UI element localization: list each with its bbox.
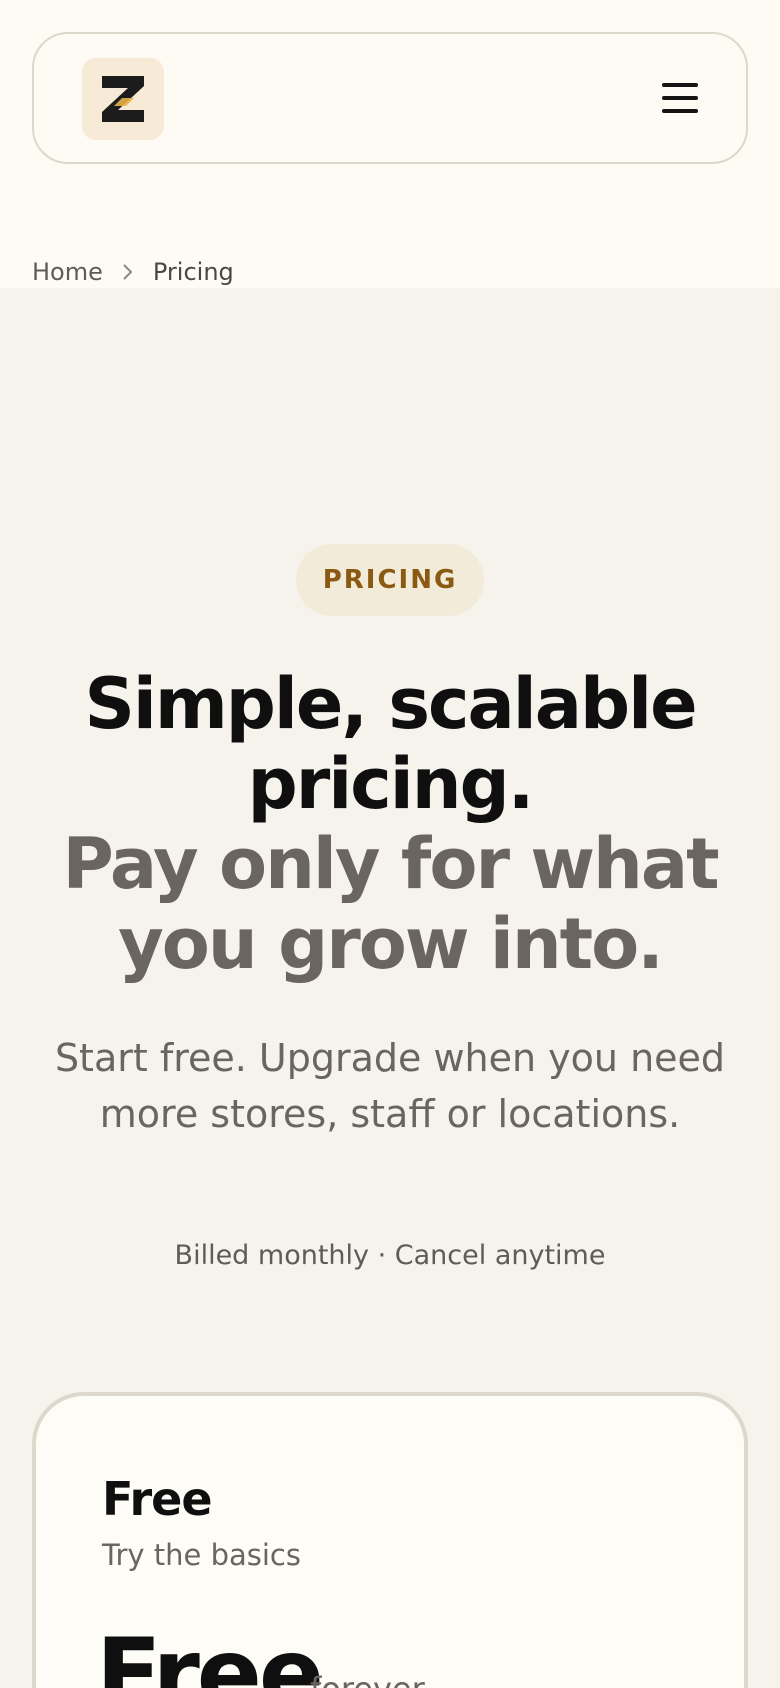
plan-name: Free [102, 1472, 213, 1526]
eyebrow-badge: PRICING [296, 544, 484, 616]
hero-subtitle: Start free. Upgrade when you need more s… [54, 1036, 726, 1136]
billing-note: Billed monthly · Cancel anytime [174, 1240, 606, 1271]
logo-icon [102, 76, 144, 122]
breadcrumb: Home Pricing [32, 256, 234, 288]
headline-primary: Simple, scalable pricing. [84, 663, 697, 825]
breadcrumb-home[interactable]: Home [32, 258, 103, 286]
hamburger-icon [662, 83, 698, 87]
plan-period: forever [310, 1670, 425, 1688]
plan-tagline: Try the basics [102, 1538, 301, 1572]
logo[interactable] [82, 58, 164, 140]
headline-secondary: Pay only for what you grow into. [62, 823, 719, 985]
breadcrumb-current: Pricing [152, 258, 234, 286]
menu-button[interactable] [660, 80, 700, 116]
plan-price: Free [96, 1618, 324, 1688]
navbar [32, 32, 748, 164]
page-title: Simple, scalable pricing. Pay only for w… [40, 664, 740, 984]
plan-card-free: Free Try the basics Free forever [32, 1392, 748, 1688]
chevron-right-icon [103, 260, 153, 284]
